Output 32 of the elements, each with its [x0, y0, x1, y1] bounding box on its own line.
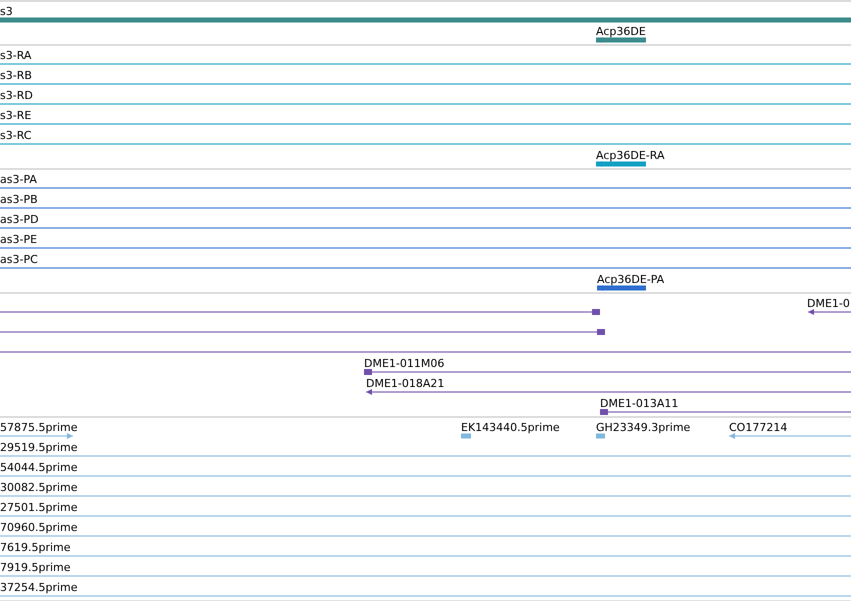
feature-label: as3-PC	[0, 253, 38, 266]
feature-label: Acp36DE	[596, 25, 646, 38]
feature-label: s3-RE	[0, 109, 32, 122]
feature-label: DME1-011M06	[364, 357, 444, 370]
feature-label: 57875.5prime	[0, 421, 78, 434]
feature-label: CO177214	[729, 421, 788, 434]
feature-label: 27501.5prime	[0, 501, 78, 514]
feature-label: s3-RB	[0, 69, 32, 82]
feature-label: as3-PA	[0, 173, 37, 186]
feature-label: Acp36DE-PA	[597, 273, 664, 286]
gene-bar	[596, 37, 646, 43]
feature-label: as3-PD	[0, 213, 39, 226]
feature-label: 29519.5prime	[0, 441, 78, 454]
feature-label: Acp36DE-RA	[596, 149, 664, 162]
feature-label: GH23349.3prime	[596, 421, 690, 434]
feature-label: s3-RA	[0, 49, 32, 62]
feature-label: 37254.5prime	[0, 581, 78, 594]
feature-label: 30082.5prime	[0, 481, 78, 494]
feature-label: 54044.5prime	[0, 461, 78, 474]
feature-label: 7919.5prime	[0, 561, 71, 574]
feature-label: as3-PB	[0, 193, 38, 206]
feature-label: EK143440.5prime	[461, 421, 560, 434]
feature-label: s3-RC	[0, 129, 32, 142]
feature-label: as3-PE	[0, 233, 38, 246]
feature-label: DME1-0	[807, 297, 850, 310]
clone-line	[808, 309, 851, 315]
feature-label: 7619.5prime	[0, 541, 71, 554]
feature-label: DME1-018A21	[366, 377, 444, 390]
feature-label: s3	[0, 5, 13, 18]
feature-label: DME1-013A11	[600, 397, 678, 410]
feature-label: 70960.5prime	[0, 521, 78, 534]
feature-label: s3-RD	[0, 89, 33, 102]
